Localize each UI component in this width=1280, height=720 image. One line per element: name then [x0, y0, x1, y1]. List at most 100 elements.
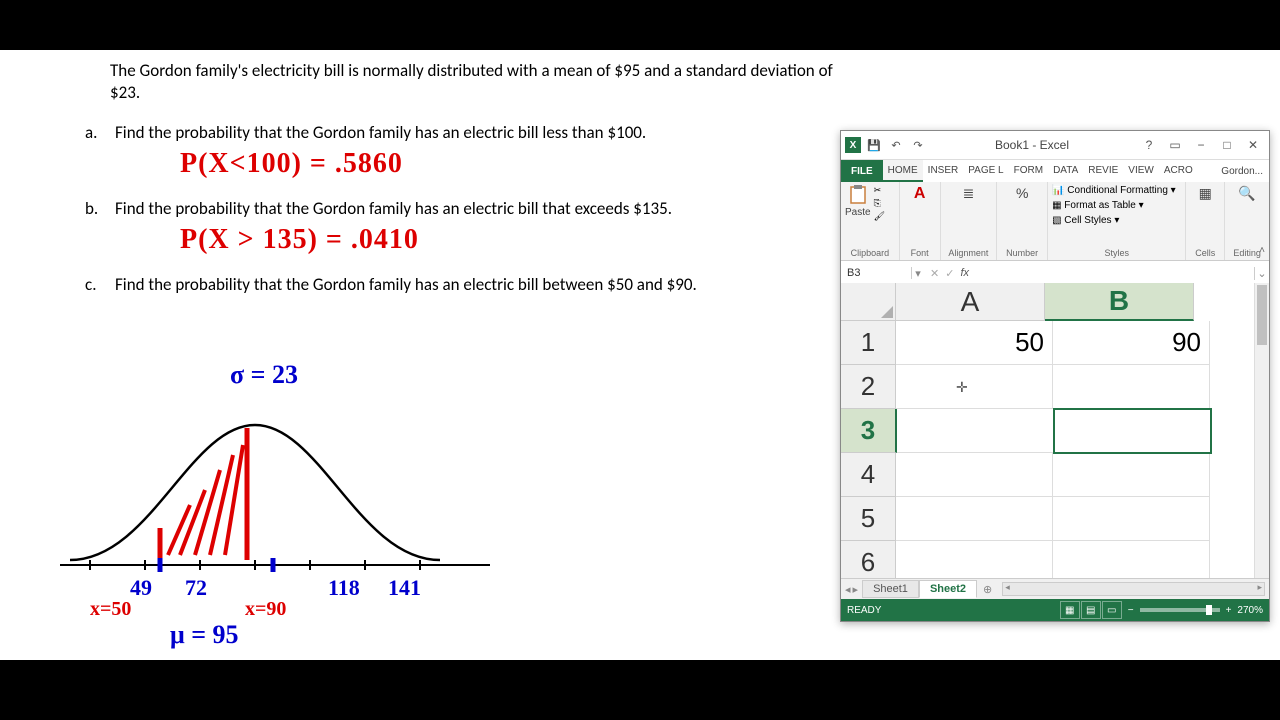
undo-icon[interactable]: ↶	[887, 136, 905, 154]
clipboard-mini: ✂ ⎘ 🖌	[874, 185, 885, 222]
cells-button[interactable]: ▦	[1190, 185, 1220, 202]
cell-a2[interactable]: ✛	[896, 365, 1053, 409]
find-icon: 🔍	[1238, 185, 1255, 202]
zoom-slider[interactable]	[1140, 608, 1220, 612]
cell-b5[interactable]	[1053, 497, 1210, 541]
cancel-formula-icon[interactable]: ✕	[930, 267, 939, 280]
answer-b: P(X > 135) = .0410	[180, 224, 870, 256]
cell-b2[interactable]	[1053, 365, 1210, 409]
add-sheet-icon[interactable]: ⊕	[977, 583, 998, 596]
sheet-tab-sheet2[interactable]: Sheet2	[919, 580, 977, 598]
user-account[interactable]: Gordon...	[1221, 160, 1269, 182]
ribbon-group-styles: 📊 Conditional Formatting ▾ ▦ Format as T…	[1048, 182, 1186, 260]
ribbon-group-alignment: ≣ Alignment	[941, 182, 998, 260]
help-icon[interactable]: ?	[1137, 135, 1161, 155]
cell-a1[interactable]: 50	[896, 321, 1053, 365]
cell-a5[interactable]	[896, 497, 1053, 541]
cell-b4[interactable]	[1053, 453, 1210, 497]
label-c: c.	[85, 274, 115, 295]
fx-icon[interactable]: fx	[960, 267, 969, 279]
cells-group-label: Cells	[1190, 248, 1220, 258]
cell-a4[interactable]	[896, 453, 1053, 497]
zoom-thumb[interactable]	[1206, 605, 1212, 615]
hscroll-left-icon[interactable]: ◂	[1005, 582, 1010, 593]
zoom-in-icon[interactable]: +	[1226, 605, 1232, 616]
enter-formula-icon[interactable]: ✓	[945, 267, 954, 280]
vertical-scrollbar[interactable]	[1254, 283, 1269, 579]
tab-file[interactable]: FILE	[841, 160, 883, 182]
font-group-label: Font	[904, 248, 936, 258]
paste-button[interactable]: Paste	[845, 185, 871, 218]
maximize-icon[interactable]: □	[1215, 135, 1239, 155]
cell-a6[interactable]	[896, 541, 1053, 579]
alignment-button[interactable]: ≣	[945, 185, 993, 202]
vertical-scroll-thumb[interactable]	[1257, 285, 1267, 345]
conditional-formatting-button[interactable]: 📊 Conditional Formatting ▾	[1052, 185, 1181, 196]
axis-72: 72	[185, 575, 207, 601]
problem-intro: The Gordon family's electricity bill is …	[110, 60, 850, 104]
close-icon[interactable]: ✕	[1241, 135, 1265, 155]
letterbox-top	[0, 0, 1280, 50]
excel-app-icon: X	[845, 137, 861, 153]
tab-insert[interactable]: INSER	[923, 160, 964, 182]
zoom-out-icon[interactable]: −	[1128, 605, 1134, 616]
row-4: 4	[841, 453, 1255, 497]
cell-a3[interactable]	[897, 409, 1054, 453]
hscroll-right-icon[interactable]: ▸	[1257, 582, 1262, 593]
number-button[interactable]: %	[1001, 185, 1043, 201]
cell-b3[interactable]	[1054, 409, 1211, 453]
normal-view-icon[interactable]: ▦	[1060, 601, 1080, 619]
row-header-6[interactable]: 6	[841, 541, 896, 579]
label-b: b.	[85, 198, 115, 219]
horizontal-scrollbar[interactable]: ◂ ▸	[1002, 582, 1265, 596]
next-sheet-icon[interactable]: ▸	[853, 583, 859, 596]
redo-icon[interactable]: ↷	[909, 136, 927, 154]
cut-icon[interactable]: ✂	[874, 185, 885, 196]
select-all-corner[interactable]	[841, 283, 896, 321]
subproblem-a: a. Find the probability that the Gordon …	[85, 122, 870, 143]
zoom-level[interactable]: 270%	[1237, 605, 1263, 616]
tab-data[interactable]: DATA	[1048, 160, 1083, 182]
editing-button[interactable]: 🔍	[1229, 185, 1265, 202]
tab-page-layout[interactable]: PAGE L	[963, 160, 1008, 182]
name-box-dropdown-icon[interactable]: ▾	[912, 267, 924, 280]
tab-acrobat[interactable]: ACRO	[1159, 160, 1198, 182]
status-ready: READY	[847, 605, 881, 616]
row-header-1[interactable]: 1	[841, 321, 896, 365]
page-break-view-icon[interactable]: ▭	[1102, 601, 1122, 619]
tab-formulas[interactable]: FORM	[1009, 160, 1048, 182]
column-header-b[interactable]: B	[1045, 283, 1194, 321]
expand-formula-bar-icon[interactable]: ⌄	[1254, 267, 1269, 280]
ribbon-options-icon[interactable]: ▭	[1163, 135, 1187, 155]
row-header-3[interactable]: 3	[841, 409, 897, 453]
cell-b6[interactable]	[1053, 541, 1210, 579]
sheet-tab-sheet1[interactable]: Sheet1	[862, 580, 919, 598]
page-layout-view-icon[interactable]: ▤	[1081, 601, 1101, 619]
prev-sheet-icon[interactable]: ◂	[845, 583, 851, 596]
tab-review[interactable]: REVIE	[1083, 160, 1123, 182]
copy-icon[interactable]: ⎘	[874, 198, 885, 209]
save-icon[interactable]: 💾	[865, 136, 883, 154]
excel-titlebar[interactable]: X 💾 ↶ ↷ Book1 - Excel ? ▭ − □ ✕	[841, 131, 1269, 160]
format-as-table-button[interactable]: ▦ Format as Table ▾	[1052, 200, 1181, 211]
ribbon-group-cells: ▦ Cells	[1186, 182, 1225, 260]
answer-a: P(X<100) = .5860	[180, 148, 870, 180]
spreadsheet-grid[interactable]: A B 1 50 90 2 ✛ 3 4	[841, 283, 1255, 579]
tab-view[interactable]: VIEW	[1123, 160, 1159, 182]
column-header-a[interactable]: A	[896, 283, 1045, 321]
collapse-ribbon-icon[interactable]: ˄	[1259, 245, 1265, 256]
row-header-2[interactable]: 2	[841, 365, 896, 409]
row-header-5[interactable]: 5	[841, 497, 896, 541]
format-painter-icon[interactable]: 🖌	[874, 211, 885, 222]
ribbon-group-number: % Number	[997, 182, 1048, 260]
row-header-4[interactable]: 4	[841, 453, 896, 497]
axis-49: 49	[130, 575, 152, 601]
minimize-icon[interactable]: −	[1189, 135, 1213, 155]
cell-styles-button[interactable]: ▧ Cell Styles ▾	[1052, 215, 1181, 226]
font-icon: A	[914, 185, 926, 203]
x-50-label: x=50	[90, 598, 131, 621]
name-box[interactable]: B3	[841, 267, 912, 279]
cell-b1[interactable]: 90	[1053, 321, 1210, 365]
tab-home[interactable]: HOME	[883, 160, 923, 182]
font-button[interactable]: A	[904, 185, 936, 203]
